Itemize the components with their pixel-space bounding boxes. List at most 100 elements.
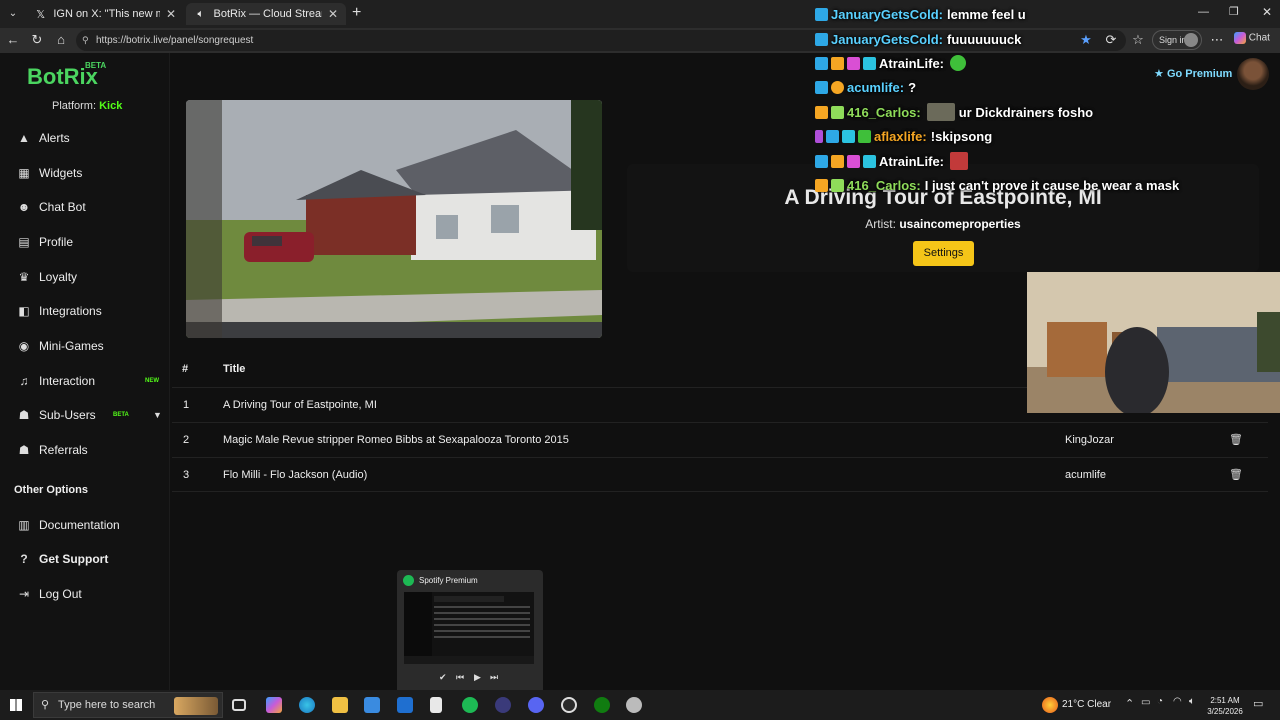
notepad-icon[interactable]	[430, 697, 442, 713]
row-title[interactable]: A Driving Tour of Eastpointe, MI	[223, 388, 377, 423]
avatar[interactable]	[1237, 58, 1269, 90]
tab-ign[interactable]: 𝕏 IGN on X: "This new martial arts th ✕	[26, 3, 184, 25]
trash-icon[interactable]: 🗑︎	[1229, 423, 1243, 458]
more-menu-icon[interactable]: ⋯	[1208, 32, 1226, 48]
go-premium-link[interactable]: ★ Go Premium	[1154, 67, 1232, 80]
spotify-icon	[403, 575, 414, 586]
task-view-icon[interactable]	[232, 699, 246, 711]
sidebar-item-interaction[interactable]: ♫ Interaction NEW	[0, 368, 170, 394]
extensions-icon[interactable]: ⟳	[1102, 32, 1120, 48]
sign-in-button[interactable]: Sign in	[1152, 30, 1202, 50]
chat-text: fuuuuuuuck	[946, 31, 1022, 47]
favorites-icon[interactable]: ☆	[1129, 32, 1147, 48]
clock-date: 3/25/2026	[1207, 707, 1243, 716]
sidebar-item-mini-games[interactable]: ◉ Mini-Games	[0, 333, 170, 359]
sidebar-item-label: Get Support	[39, 552, 109, 566]
reload-icon[interactable]: ↻	[28, 32, 46, 48]
site-info-icon[interactable]: ⚲	[82, 30, 89, 51]
video-frame	[186, 100, 602, 338]
row-number: 1	[183, 399, 190, 411]
spotify-taskbar-preview[interactable]: Spotify Premium ✔ ⏮︎ ▶ ⏭︎	[397, 570, 543, 690]
next-track-icon[interactable]: ⏭︎	[490, 672, 498, 683]
chat-username: aflaxlife:	[874, 128, 927, 144]
taskbar-clock[interactable]: 2:51 AM 3/25/2026	[1206, 695, 1244, 717]
app-icon[interactable]	[495, 697, 511, 713]
column-header-number: #	[182, 363, 189, 375]
microsoft-store-icon[interactable]	[364, 697, 380, 713]
like-icon[interactable]: ✔	[439, 672, 447, 683]
new-tab-button[interactable]: +	[352, 4, 361, 22]
spotify-window-title: Spotify Premium	[419, 576, 478, 585]
outlook-icon[interactable]	[397, 697, 413, 713]
chat-username: AtrainLife:	[879, 55, 944, 71]
obs-icon[interactable]	[561, 697, 577, 713]
spotify-icon[interactable]	[462, 697, 478, 713]
chevron-down-icon[interactable]: ▼	[153, 410, 162, 420]
sidebar-item-loyalty[interactable]: ♛ Loyalty	[0, 264, 170, 290]
sidebar-item-documentation[interactable]: ▥ Documentation	[0, 512, 170, 538]
settings-button[interactable]: Settings	[913, 241, 974, 266]
spotify-window-thumbnail	[404, 592, 534, 664]
file-explorer-icon[interactable]	[332, 697, 348, 713]
copilot-icon[interactable]	[266, 697, 282, 713]
star-icon: ★	[1154, 68, 1164, 80]
beta-badge: BETA	[85, 61, 107, 70]
home-icon[interactable]: ⌂	[52, 32, 70, 47]
column-header-title: Title	[223, 363, 246, 375]
sidebar-item-integrations[interactable]: ◧ Integrations	[0, 298, 170, 324]
edge-browser-icon[interactable]	[299, 697, 315, 713]
tab-botrix[interactable]: 🔈︎ BotRix — Cloud Streaming Bo ✕	[186, 3, 346, 25]
sub-badge-icon	[831, 105, 844, 119]
sidebar-item-get-support[interactable]: ? Get Support	[0, 546, 170, 572]
app-icon[interactable]	[626, 697, 642, 713]
video-player[interactable]	[186, 100, 602, 338]
sidebar-item-profile[interactable]: ▤ Profile	[0, 229, 170, 255]
chevron-up-icon[interactable]: ⌃	[1125, 697, 1134, 710]
notifications-icon[interactable]: ▭	[1253, 697, 1263, 710]
xbox-icon[interactable]	[594, 697, 610, 713]
previous-track-icon[interactable]: ⏮︎	[456, 672, 464, 683]
plug-icon: ◧	[18, 304, 30, 318]
search-highlight-icon	[174, 697, 218, 715]
chat-username: acumlife:	[847, 79, 905, 95]
play-icon[interactable]: ▶	[474, 672, 481, 683]
favorite-star-icon[interactable]: ★	[1077, 32, 1095, 48]
battery-icon[interactable]: ▭	[1141, 697, 1150, 708]
sidebar-item-referrals[interactable]: ☗ Referrals	[0, 437, 170, 463]
sidebar-item-sub-users[interactable]: ☗ Sub-Users BETA ▼	[0, 402, 170, 428]
profile-icon	[1184, 33, 1198, 47]
sidebar-item-label: Chat Bot	[39, 200, 86, 214]
sidebar-item-widgets[interactable]: ▦ Widgets	[0, 160, 170, 186]
trash-icon[interactable]: 🗑︎	[1229, 458, 1243, 493]
close-icon[interactable]: ✕	[328, 7, 338, 21]
sidebar-item-alerts[interactable]: ▲ Alerts	[0, 125, 170, 151]
row-title[interactable]: Flo Milli - Flo Jackson (Audio)	[223, 458, 367, 493]
emote-icon	[950, 152, 968, 170]
windows-start-icon[interactable]	[10, 699, 22, 711]
tab-list-button[interactable]: ⌄	[4, 5, 22, 23]
row-title[interactable]: Magic Male Revue stripper Romeo Bibbs at…	[223, 423, 569, 458]
copilot-chat-button[interactable]: Chat	[1234, 32, 1270, 44]
speaker-icon[interactable]: 🔈︎	[194, 7, 208, 21]
chat-text: ur Dickdrainers fosho	[958, 104, 1094, 120]
network-icon[interactable]: ◔	[1157, 696, 1163, 707]
taskbar-search-input[interactable]: ⚲ Type here to search	[33, 692, 223, 718]
sidebar-item-log-out[interactable]: ⇥ Log Out	[0, 581, 170, 607]
logout-icon: ⇥	[18, 587, 30, 601]
maximize-button[interactable]: ❐	[1229, 5, 1239, 18]
discord-icon[interactable]	[528, 697, 544, 713]
volume-icon[interactable]: 🔈︎	[1189, 696, 1195, 707]
wifi-icon[interactable]: ◠	[1173, 696, 1182, 707]
sidebar-item-chat-bot[interactable]: ☻ Chat Bot	[0, 194, 170, 220]
copilot-icon	[1234, 32, 1246, 44]
close-window-button[interactable]: ✕	[1262, 5, 1272, 19]
artist-value: usaincomeproperties	[899, 217, 1021, 231]
chat-message: JanuaryGetsCold: lemme feel u	[815, 3, 1026, 25]
sign-in-label: Sign in	[1159, 35, 1187, 45]
close-icon[interactable]: ✕	[166, 7, 176, 21]
back-icon[interactable]: ←	[4, 32, 22, 47]
chat-username: 416_Carlos:	[847, 104, 921, 120]
sidebar-item-label: Widgets	[39, 166, 83, 180]
weather-readout[interactable]: 21°C Clear	[1062, 699, 1111, 710]
minimize-button[interactable]: —	[1198, 6, 1209, 18]
